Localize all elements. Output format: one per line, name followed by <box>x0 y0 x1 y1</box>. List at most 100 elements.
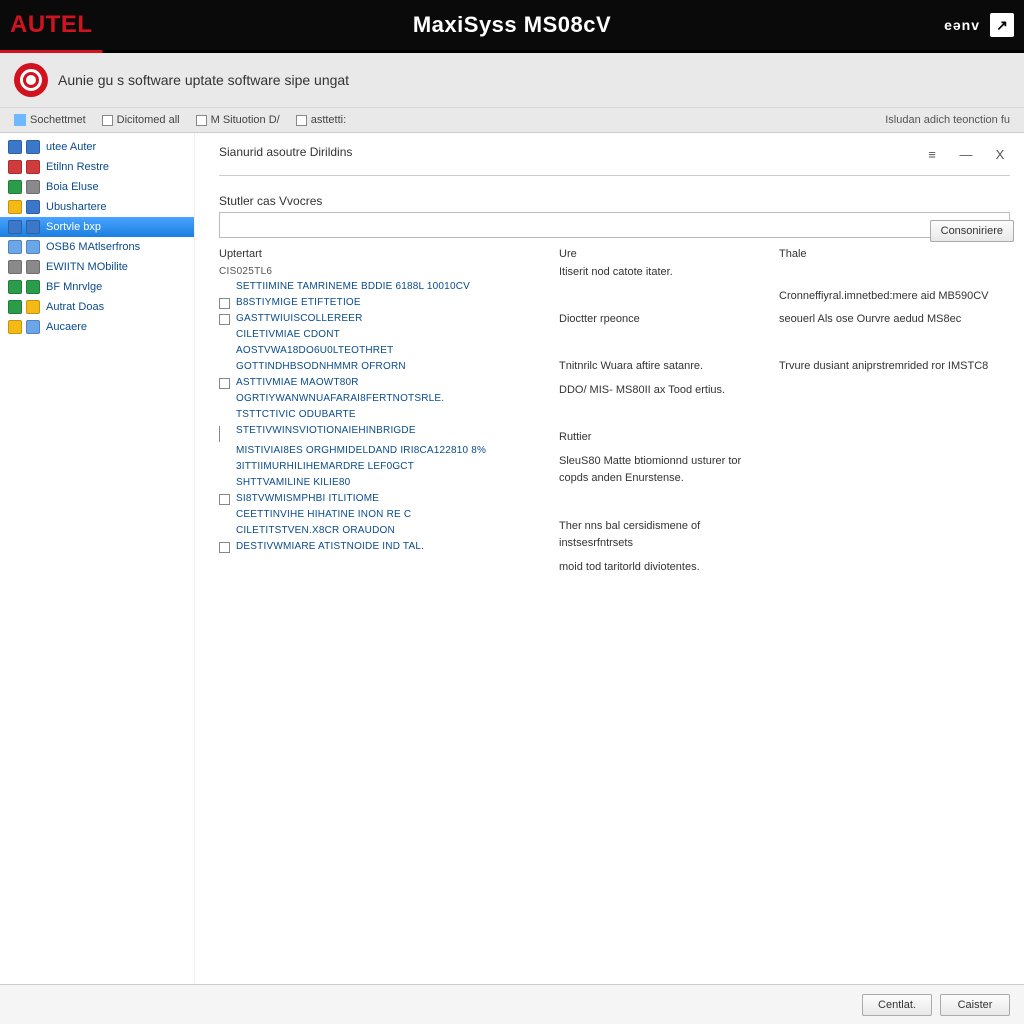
sidebar-item[interactable]: BF Mnrvlge <box>0 277 194 297</box>
sidebar-icon <box>8 240 22 254</box>
title-bar: MaxiSyss MS08cV <box>0 12 1024 38</box>
update-label: B8STIYMIGE ETIFTETIOE <box>236 296 361 310</box>
checkbox-icon <box>219 330 230 341</box>
checkbox-icon[interactable] <box>219 542 230 553</box>
checkbox-icon <box>219 394 230 405</box>
description-text: Itiserit nod catote itater. <box>559 264 759 282</box>
col-updates: Uptertart CIS025TL6 SETTIIMINE TAMRINEME… <box>219 248 539 582</box>
update-row[interactable]: 3ITTIIMURHILIHEmardre leF0GCT <box>219 459 539 475</box>
update-label: CEETTINVIHE HIHatine inon re c <box>236 508 411 522</box>
description-text <box>559 288 759 306</box>
toolbar-label: M Situotion D/ <box>211 114 280 126</box>
description-text: Dioctter rpeonce <box>559 311 759 329</box>
footer-button-1[interactable]: Centlat. <box>862 994 932 1016</box>
sidebar-icon <box>8 200 22 214</box>
toolbar-item[interactable]: asttetti: <box>290 112 352 128</box>
update-row[interactable]: CILETITSTVEN.X8cr oraudon <box>219 523 539 539</box>
top-right-group: eənv ↗ <box>944 13 1014 37</box>
checkbox-icon[interactable] <box>219 378 230 389</box>
update-row[interactable]: CEETTINVIHE HIHatine inon re c <box>219 507 539 523</box>
search-row <box>219 212 1010 238</box>
update-row[interactable]: STETIVWINSVIOTIONAIEHInbrigde <box>219 423 539 443</box>
detail-text <box>779 335 1010 353</box>
brand-roundel-icon <box>14 63 48 97</box>
sidebar-icon <box>8 160 22 174</box>
update-label: SETTIIMINE TAMRINEME BDDIE 6188L 10010CV <box>236 280 470 294</box>
checkbox-icon <box>219 446 230 457</box>
update-row[interactable]: ASTTIVMIAE MAOWT80R <box>219 375 539 391</box>
toolbar-item[interactable]: Sochettmet <box>8 112 92 128</box>
sidebar-item[interactable]: Boia Eluse <box>0 177 194 197</box>
close-icon[interactable]: X <box>990 147 1010 162</box>
checkbox-icon[interactable] <box>219 298 230 309</box>
update-row[interactable]: B8STIYMIGE ETIFTETIOE <box>219 295 539 311</box>
sidebar-item[interactable]: utee Auter <box>0 137 194 157</box>
tool-icon <box>14 114 26 126</box>
update-row[interactable]: SI8TVWMISMPHBI ITLITIOME <box>219 491 539 507</box>
update-row[interactable]: SHTTVAMILINE KILIE80 <box>219 475 539 491</box>
description-text: DDO/ MIS- MS80II ax Tood ertius. <box>559 382 759 400</box>
checkbox-icon[interactable] <box>219 494 230 505</box>
expand-icon[interactable]: ↗ <box>990 13 1014 37</box>
update-label: TSTTCTIVIC ODUBARTE <box>236 408 356 422</box>
checkbox-icon <box>219 526 230 537</box>
update-row[interactable]: CILETIVMIAE CDONT <box>219 327 539 343</box>
sidebar-icon <box>26 280 40 294</box>
description-text: SleuS80 Matte btiomionnd usturer tor cop… <box>559 453 759 488</box>
footer-button-2[interactable]: Caister <box>940 994 1010 1016</box>
menu-icon[interactable]: ≡ <box>922 147 942 162</box>
update-row[interactable]: OGRTIYWANWNUAFARAI8Fertnotsrle. <box>219 391 539 407</box>
sidebar-item[interactable]: Etilnn Restre <box>0 157 194 177</box>
description-text: Ruttier <box>559 429 759 447</box>
confirm-button[interactable]: Consoniriere <box>930 220 1014 242</box>
search-input[interactable] <box>219 212 1010 238</box>
sub-header: Aunie gu s software uptate software sipe… <box>0 53 1024 108</box>
main-bar: Sianurid asoutre Dirildins ≡ — X <box>219 141 1010 167</box>
checkbox-icon <box>219 462 230 473</box>
checkbox-icon[interactable] <box>102 115 113 126</box>
update-row[interactable]: MISTIVIAI8ES ORGhmideldand Iri8cA122810 … <box>219 443 539 459</box>
update-row[interactable]: DESTIVWMIARE atistnoide Ind tal. <box>219 539 539 555</box>
sidebar-label: Sortvle bxp <box>46 221 101 233</box>
update-row[interactable]: GOTTINDHBSODNhmmr ofrorn <box>219 359 539 375</box>
checkbox-icon <box>219 362 230 373</box>
checkbox-icon <box>219 346 230 357</box>
checkbox-icon[interactable] <box>219 314 230 325</box>
checkbox-icon[interactable] <box>296 115 307 126</box>
description-text <box>559 406 759 424</box>
section-title: Stutler cas Vvocres <box>219 194 1010 208</box>
update-label: ASTTIVMIAE MAOWT80R <box>236 376 359 390</box>
sidebar-item[interactable]: Ubushartere <box>0 197 194 217</box>
footer: Centlat. Caister <box>0 984 1024 1024</box>
update-label: AOSTVWA18DO6U0LTeothret <box>236 344 393 358</box>
sidebar-icon <box>26 220 40 234</box>
sidebar-item[interactable]: Aucaere <box>0 317 194 337</box>
update-row[interactable]: AOSTVWA18DO6U0LTeothret <box>219 343 539 359</box>
update-row[interactable]: SETTIIMINE TAMRINEME BDDIE 6188L 10010CV <box>219 279 539 295</box>
checkbox-icon <box>219 510 230 521</box>
sidebar-item[interactable]: Sortvle bxp <box>0 217 194 237</box>
sidebar-icon <box>8 220 22 234</box>
sidebar-item[interactable]: OSB6 MAtlserfrons <box>0 237 194 257</box>
toolbar-right-text: Isludan adich teonction fu <box>885 114 1016 126</box>
update-label: STETIVWINSVIOTIONAIEHInbrigde <box>236 424 416 438</box>
col-mid: Ure Itiserit nod catote itater. Dioctter… <box>559 248 759 582</box>
sidebar-item[interactable]: EWIITN MObilite <box>0 257 194 277</box>
checkbox-icon[interactable] <box>196 115 207 126</box>
update-label: OGRTIYWANWNUAFARAI8Fertnotsrle. <box>236 392 444 406</box>
sidebar-icon <box>26 200 40 214</box>
sidebar-label: EWIITN MObilite <box>46 261 128 273</box>
toolbar-item[interactable]: M Situotion D/ <box>190 112 286 128</box>
description-text: Ther nns bal cersidismene of instsesrfnt… <box>559 518 759 553</box>
toolbar-item[interactable]: Dicitomed all <box>96 112 186 128</box>
minimize-icon[interactable]: — <box>956 147 976 162</box>
sidebar-item[interactable]: Autrat Doas <box>0 297 194 317</box>
update-label: GASTTWIUISCOllereer <box>236 312 363 326</box>
sidebar-icon <box>8 140 22 154</box>
sidebar-icon <box>26 160 40 174</box>
update-label: 3ITTIIMURHILIHEmardre leF0GCT <box>236 460 414 474</box>
sidebar-label: Autrat Doas <box>46 301 104 313</box>
update-row[interactable]: TSTTCTIVIC ODUBARTE <box>219 407 539 423</box>
sidebar-icon <box>8 320 22 334</box>
update-row[interactable]: GASTTWIUISCOllereer <box>219 311 539 327</box>
